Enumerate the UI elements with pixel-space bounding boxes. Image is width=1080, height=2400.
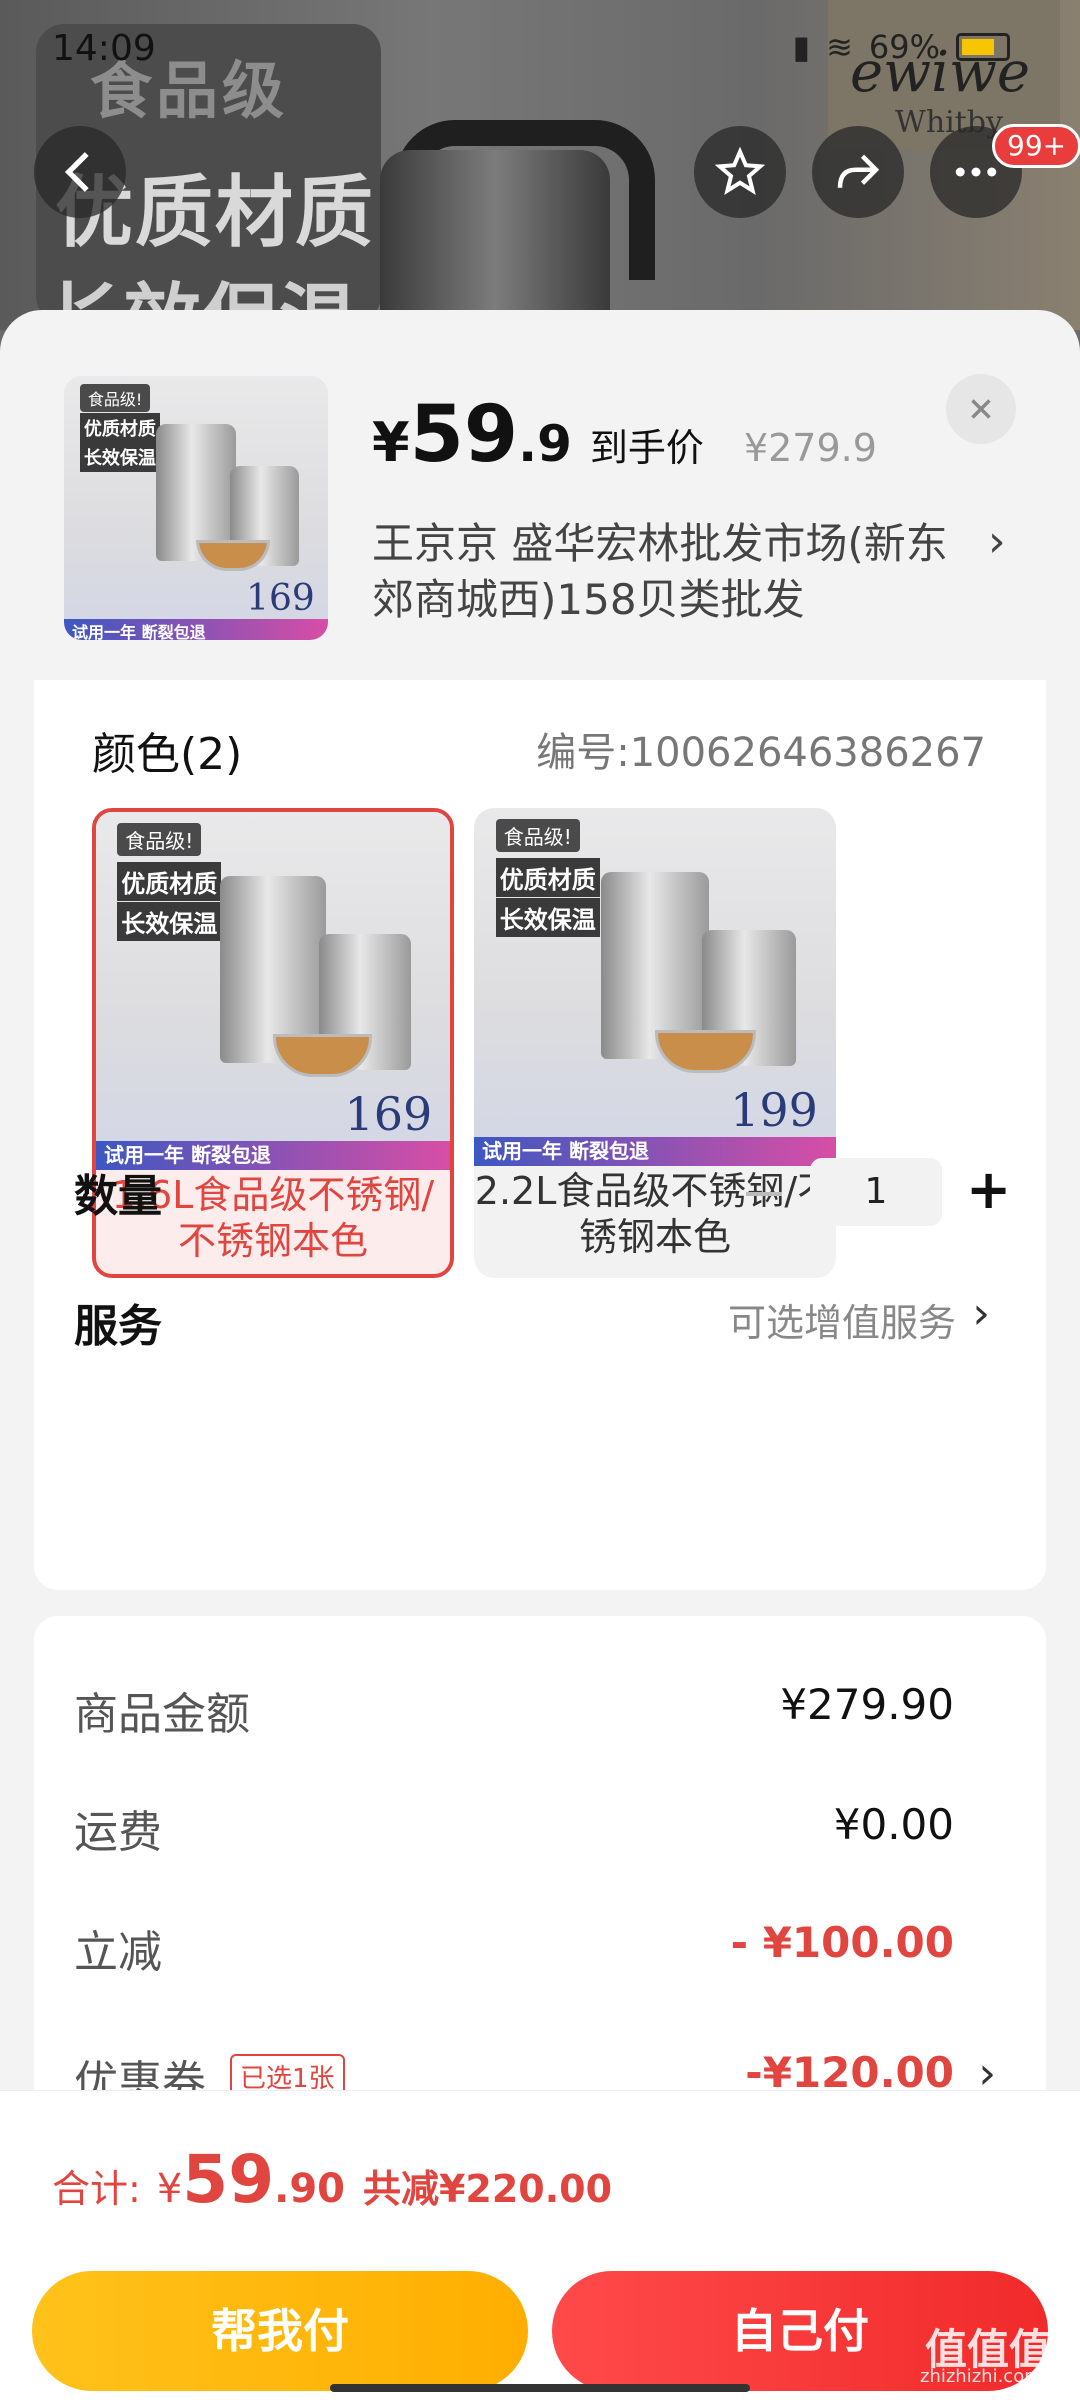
thumb-strip: 试用一年 断裂包退 [64,618,328,640]
home-indicator[interactable] [330,2384,750,2392]
total-line: 合计: ¥ 59 .90 共减¥220.00 [52,2141,612,2218]
option-image: 食品级! 优质材质 长效保温 169 试用一年 断裂包退 [96,812,450,1170]
total-integer: 59 [182,2141,275,2218]
option-price-badge: 199 [730,1083,818,1138]
discount-label: 立减 [74,1927,162,1978]
thumb-tag: 食品级! [79,383,151,412]
goods-amount-value: ¥279.90 [780,1680,954,1729]
option-strip: 试用一年 断裂包退 [474,1137,836,1166]
option-line-2: 长效保温 [495,897,600,937]
hero-jar [380,150,610,330]
option-2-2l[interactable]: 食品级! 优质材质 长效保温 199 试用一年 断裂包退 2.2L食品级不锈钢/… [474,808,836,1278]
shipping-value: ¥0.00 [833,1800,954,1849]
chevron-right-icon[interactable]: › [972,1288,990,1339]
price-line: ¥ 59 .9 到手价 ¥279.9 [372,390,877,480]
option-price-badge: 169 [344,1087,433,1142]
back-button[interactable] [34,126,126,218]
total-savings: 共减¥220.00 [362,2167,613,2211]
status-icons: ▮ ≋ 69% [792,28,1010,66]
price-currency: ¥ [372,411,410,474]
checkout-footer: 合计: ¥ 59 .90 共减¥220.00 帮我付 自己付 [0,2090,1080,2400]
watermark-url: zhizhizhi.com [920,2366,1042,2387]
option-line-1: 优质材质 [495,858,600,898]
option-image: 食品级! 优质材质 长效保温 199 试用一年 断裂包退 [474,808,836,1166]
status-time: 14:09 [52,28,156,69]
option-tag: 食品级! [117,822,202,856]
total-currency: ¥ [156,2166,183,2212]
chevron-right-icon[interactable]: › [988,516,1006,567]
message-count-badge: 99+ [992,124,1080,168]
chevron-left-icon [64,152,89,192]
close-icon [971,399,991,419]
goods-amount-label: 商品金额 [74,1689,250,1740]
share-icon [837,154,880,188]
thumb-bowl [196,539,270,572]
option-line-1: 优质材质 [117,862,222,902]
thumb-line-2: 长效保温 [79,442,160,472]
thumb-price: 169 [246,577,315,619]
quantity-label: 数量 [74,1171,162,1222]
price-decimal: .9 [518,415,572,473]
product-thumbnail[interactable]: 食品级! 优质材质 长效保温 169 试用一年 断裂包退 [64,376,328,640]
battery-percent: 69% [868,28,940,66]
thumb-line-1: 优质材质 [79,412,160,443]
price-label: 到手价 [589,426,704,470]
option-bowl [273,1033,373,1077]
color-title: 颜色(2) [92,729,243,780]
original-price: ¥279.9 [743,426,877,470]
quantity-input[interactable]: 1 [810,1158,942,1226]
share-button[interactable] [812,126,904,218]
sim-icon: ▮ [792,28,811,66]
sku-number: 编号:10062646386267 [536,730,986,776]
wifi-icon: ≋ [826,28,853,66]
quantity-increase-button[interactable]: + [966,1156,1011,1224]
service-value[interactable]: 可选增值服务 [728,1292,956,1347]
help-pay-button[interactable]: 帮我付 [32,2271,528,2391]
star-icon [714,146,766,196]
total-label: 合计: [52,2167,141,2211]
quantity-decrease-button[interactable] [746,1192,782,1196]
options-card: 颜色(2) 编号:10062646386267 食品级! 优质材质 长效保温 1… [34,680,1046,1590]
price-integer: 59 [409,390,519,480]
option-line-2: 长效保温 [117,901,222,941]
sheet-header: 食品级! 优质材质 长效保温 169 试用一年 断裂包退 ¥ 59 .9 到手价… [0,310,1080,680]
shipping-label: 运费 [74,1807,162,1858]
battery-icon [956,33,1010,61]
purchase-sheet: 食品级! 优质材质 长效保温 169 试用一年 断裂包退 ¥ 59 .9 到手价… [0,310,1080,2400]
delivery-address[interactable]: 王京京 盛华宏林批发市场(新东郊商城西)158贝类批发 [372,516,972,628]
service-label: 服务 [74,1301,162,1352]
total-decimal: .90 [274,2166,345,2212]
discount-value: - ¥100.00 [730,1918,954,1967]
option-bowl [655,1029,757,1073]
option-tag: 食品级! [495,818,580,852]
option-label: 2.2L食品级不锈钢/不锈钢本色 [474,1169,836,1259]
favorite-button[interactable] [694,126,786,218]
close-button[interactable] [946,374,1016,444]
